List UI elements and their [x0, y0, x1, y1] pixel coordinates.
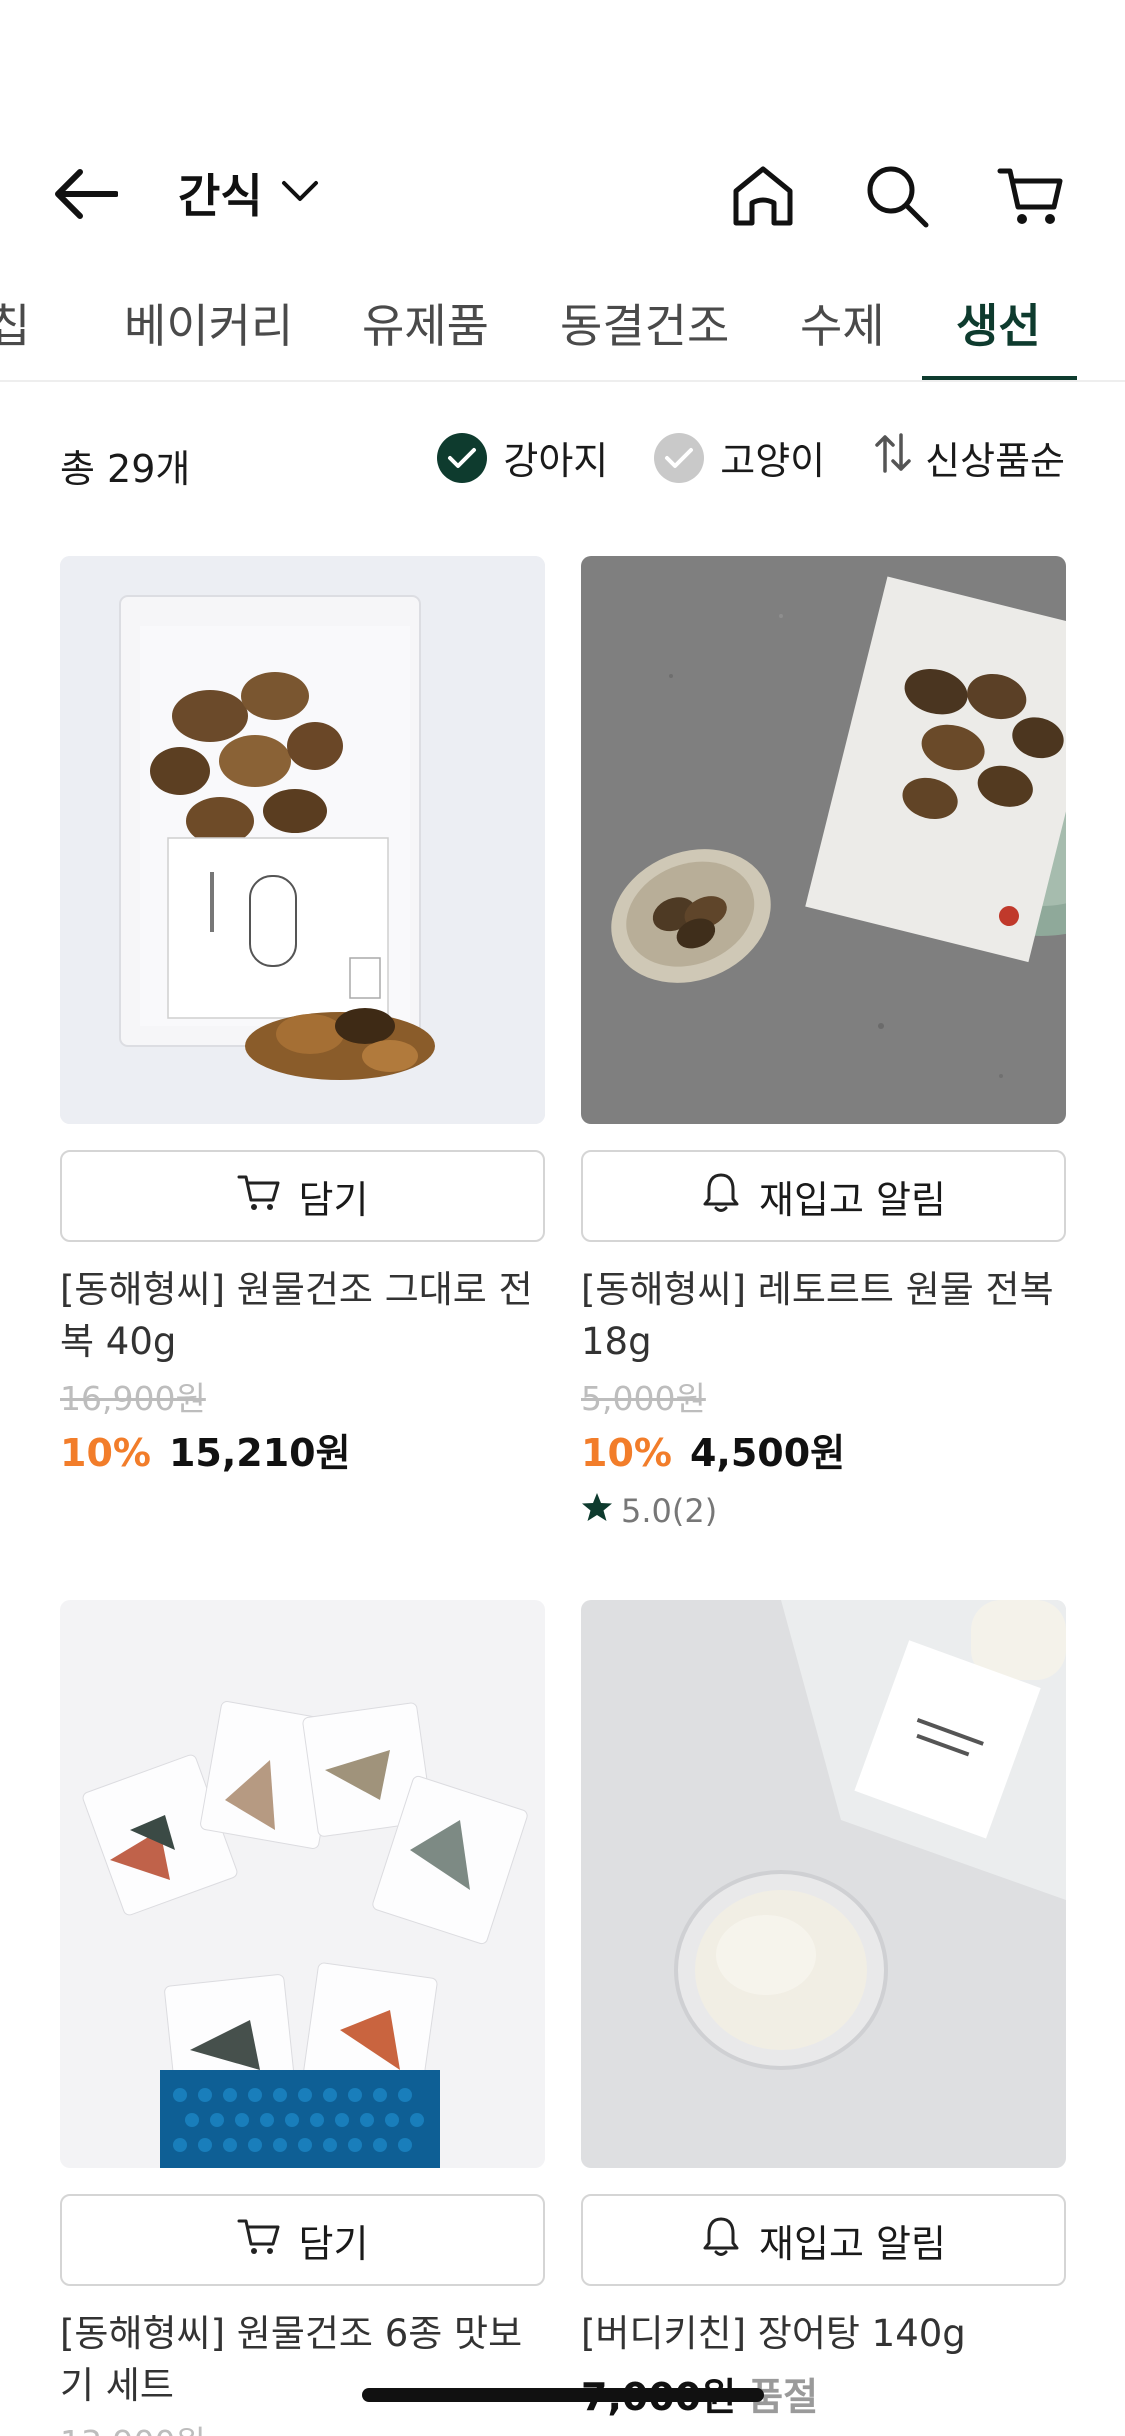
tab-bakery[interactable]: 베이커리	[124, 290, 293, 380]
cart-icon	[996, 161, 1066, 235]
product-image-eel-soup[interactable]	[581, 1600, 1066, 2168]
category-title: 간식	[178, 169, 263, 223]
active-tab-indicator	[922, 376, 1077, 380]
tab-fish[interactable]: 생선	[956, 290, 1041, 380]
star-icon	[581, 1491, 613, 1531]
search-button[interactable]	[851, 152, 943, 244]
home-indicator	[362, 2388, 764, 2402]
sort-label: 신상품순	[925, 439, 1065, 483]
bell-icon	[701, 1171, 741, 1222]
product-name[interactable]: [동해형씨] 원물건조 그대로 전복 40g	[60, 1264, 545, 1368]
restock-alert-label: 재입고 알림	[759, 1177, 946, 1222]
rating: 5.0(2)	[581, 1491, 1066, 1531]
original-price: 5,000원	[581, 1379, 706, 1418]
check-circle-icon	[437, 432, 488, 483]
tab-chip[interactable]: 칩	[0, 290, 30, 380]
add-to-cart-label: 담기	[298, 2221, 369, 2266]
rating-value: 5.0(2)	[621, 1492, 718, 1530]
add-to-cart-label: 담기	[298, 1177, 369, 1222]
original-price: 16,900원	[60, 1379, 206, 1418]
sale-price: 15,210원	[168, 1431, 351, 1475]
discount-rate: 10%	[581, 1431, 672, 1475]
filter-row: 총 29개 강아지 고양이 신상품순	[0, 430, 1125, 500]
discount-rate: 10%	[60, 1431, 151, 1475]
product-image-tasting-set[interactable]	[60, 1600, 545, 2168]
tab-freeze-dried[interactable]: 동결건조	[560, 290, 729, 380]
sale-price: 4,500원	[689, 1431, 846, 1475]
product-card[interactable]: 재입고 알림 [동해형씨] 레토르트 원물 전복 18g 5,000원 10% …	[581, 556, 1066, 1531]
back-button[interactable]	[52, 164, 132, 228]
status-bar	[0, 0, 1125, 140]
total-count: 총 29개	[60, 447, 191, 491]
home-icon	[728, 161, 798, 235]
top-bar: 간식	[0, 140, 1125, 245]
back-arrow-icon	[52, 169, 119, 223]
filter-dog[interactable]: 강아지	[437, 430, 608, 485]
add-to-cart-button[interactable]: 담기	[60, 2194, 545, 2286]
product-card[interactable]: 담기 [동해형씨] 원물건조 6종 맛보기 세트 13,900원	[60, 1600, 545, 2436]
subcategory-tabs: 칩 베이커리 유제품 동결건조 수제 생선	[0, 270, 1125, 382]
restock-alert-label: 재입고 알림	[759, 2221, 946, 2266]
add-to-cart-button[interactable]: 담기	[60, 1150, 545, 1242]
category-selector[interactable]: 간식	[178, 158, 319, 228]
home-button[interactable]	[717, 152, 809, 244]
product-name[interactable]: [버디키친] 장어탕 140g	[581, 2308, 1066, 2360]
product-card[interactable]: 재입고 알림 [버디키친] 장어탕 140g 7,000원 품절	[581, 1600, 1066, 2421]
original-price: 13,900원	[60, 2416, 545, 2436]
restock-alert-button[interactable]: 재입고 알림	[581, 1150, 1066, 1242]
cart-icon	[237, 2216, 281, 2265]
product-image-abalone-pack[interactable]	[60, 556, 545, 1124]
tab-handmade[interactable]: 수제	[800, 290, 885, 380]
bell-icon	[701, 2215, 741, 2266]
product-card[interactable]: 담기 [동해형씨] 원물건조 그대로 전복 40g 16,900원 10% 15…	[60, 556, 545, 1477]
product-name[interactable]: [동해형씨] 레토르트 원물 전복 18g	[581, 1264, 1066, 1368]
restock-alert-button[interactable]: 재입고 알림	[581, 2194, 1066, 2286]
cart-icon	[237, 1172, 281, 1221]
sort-button[interactable]: 신상품순	[871, 430, 1065, 485]
chevron-down-icon	[281, 179, 319, 207]
filter-cat[interactable]: 고양이	[654, 430, 825, 485]
search-icon	[862, 161, 932, 235]
check-circle-icon	[654, 432, 705, 483]
filter-dog-label: 강아지	[503, 439, 609, 483]
product-image-retort-abalone[interactable]	[581, 556, 1066, 1124]
tab-dairy[interactable]: 유제품	[362, 290, 489, 380]
cart-button[interactable]	[985, 152, 1077, 244]
filter-cat-label: 고양이	[720, 439, 826, 483]
sort-icon	[871, 431, 915, 484]
